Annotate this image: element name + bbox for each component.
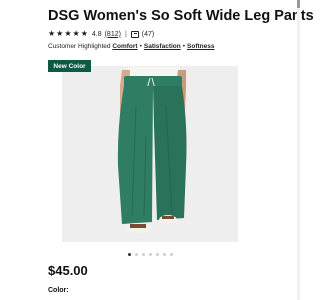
carousel-dot[interactable]: [134, 253, 138, 256]
image-carousel-dots[interactable]: [0, 253, 300, 256]
highlight-softness[interactable]: Softness: [187, 43, 214, 50]
scrollbar-thumb[interactable]: [297, 0, 300, 8]
star-icon: ★: [72, 29, 80, 38]
scrollbar[interactable]: [297, 0, 300, 300]
carousel-dot[interactable]: [155, 253, 159, 256]
star-icon: ★: [80, 29, 88, 38]
star-icon: ★: [64, 29, 72, 38]
carousel-dot[interactable]: [148, 253, 152, 256]
review-count-link[interactable]: (812): [105, 31, 121, 38]
highlight-satisfaction[interactable]: Satisfaction: [144, 43, 181, 50]
customer-highlights: Customer Highlighted Comfort • Satisfactio…: [48, 43, 214, 50]
star-icon: ★: [48, 29, 56, 38]
new-color-badge: New Color: [48, 60, 91, 72]
star-rating: ★ ★ ★ ★ ★: [48, 30, 88, 38]
carousel-dot[interactable]: [141, 253, 145, 256]
highlights-prefix: Customer Highlighted: [48, 43, 111, 50]
highlight-comfort[interactable]: Comfort: [112, 43, 137, 50]
star-icon: ★: [56, 29, 64, 38]
separator: |: [124, 30, 127, 38]
product-title: DSG Women's So Soft Wide Leg Pants: [48, 8, 314, 24]
carousel-dot-active[interactable]: [127, 253, 131, 256]
product-price: $45.00: [48, 263, 88, 278]
questions-icon: [130, 30, 139, 38]
questions-count-link[interactable]: (47): [142, 31, 154, 38]
highlight-separator: •: [139, 43, 142, 50]
highlight-separator: •: [182, 43, 186, 50]
color-label: Color:: [48, 287, 69, 294]
product-image[interactable]: [62, 66, 238, 242]
carousel-dot[interactable]: [169, 253, 173, 256]
rating-value: 4.8: [91, 30, 102, 38]
carousel-dot[interactable]: [162, 253, 166, 256]
pants-model-illustration: [62, 66, 238, 242]
rating-row[interactable]: ★ ★ ★ ★ ★ 4.8 (812) | (47): [48, 29, 154, 39]
